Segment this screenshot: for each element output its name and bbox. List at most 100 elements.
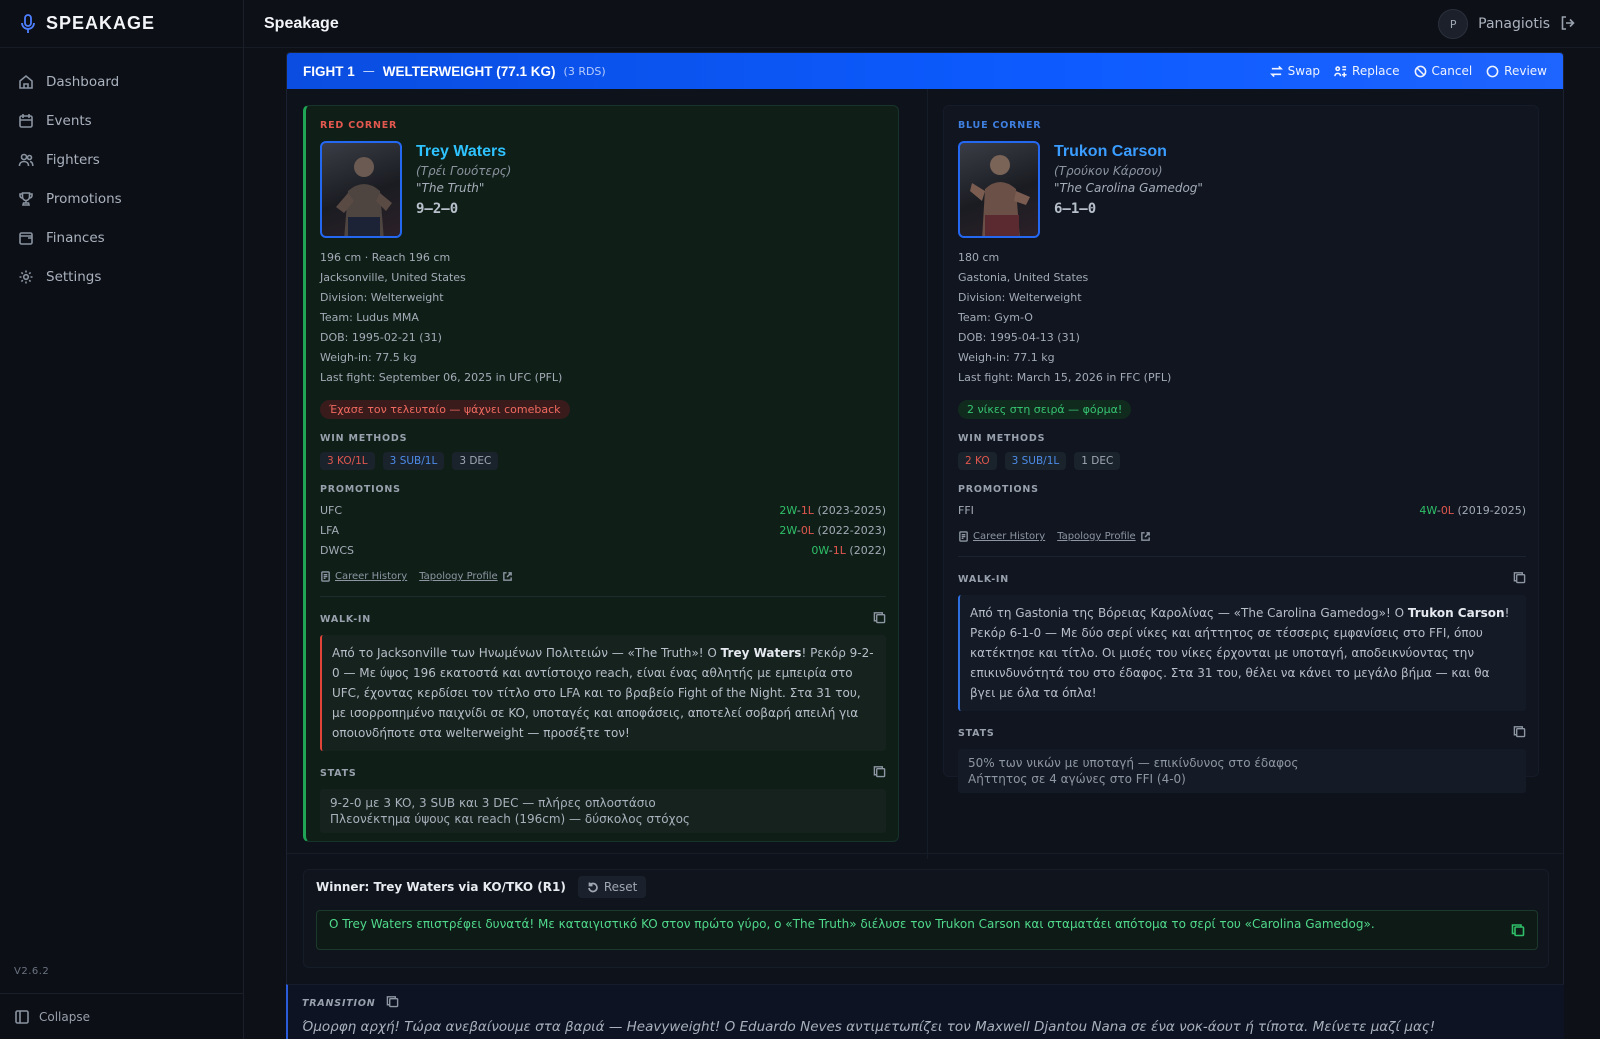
fighter-last-fight: Last fight: September 06, 2025 in UFC (P… xyxy=(320,371,563,384)
copy-icon xyxy=(873,766,886,778)
sidebar-item-events[interactable]: Events xyxy=(0,101,243,140)
logout-button[interactable] xyxy=(1560,15,1576,34)
walkin-text: Από τη Gastonia της Βόρειας Καρολίνας — … xyxy=(958,595,1526,711)
walkin-label: WALK-IN xyxy=(320,613,372,625)
win-methods-label: WIN METHODS xyxy=(320,433,408,444)
user-menu[interactable]: P Panagiotis xyxy=(1438,9,1576,39)
topbar: Speakage P Panagiotis xyxy=(244,0,1600,48)
fighter-photo[interactable] xyxy=(320,141,402,238)
result-panel: Winner: Trey Waters via KO/TKO (R1) Rese… xyxy=(303,869,1549,968)
fighter-photo[interactable] xyxy=(958,141,1040,238)
fighter-silhouette-icon xyxy=(970,155,1030,236)
result-header: Winner: Trey Waters via KO/TKO (R1) Rese… xyxy=(316,876,647,898)
fighter-team: Team: Ludus MMA xyxy=(320,311,419,324)
reset-icon xyxy=(588,882,598,893)
copy-stats-button[interactable] xyxy=(873,765,886,781)
fight-card: FIGHT 1 — WELTERWEIGHT (77.1 KG) (3 RDS)… xyxy=(286,52,1564,987)
sidebar-item-finances[interactable]: Finances xyxy=(0,218,243,257)
copy-result-button[interactable] xyxy=(1511,923,1525,940)
fighter-hometown: Gastonia, United States xyxy=(958,271,1089,284)
promotion-record: 2W-1L (2023-2025) xyxy=(779,504,886,517)
swap-icon xyxy=(1269,65,1283,77)
form-badge: Έχασε τον τελευταίο — ψάχνει comeback xyxy=(320,400,570,419)
sub-chip: 3 SUB/1L xyxy=(1004,452,1067,470)
promotion-years: (2022-2023) xyxy=(817,524,886,537)
fighter-name[interactable]: Trey Waters xyxy=(416,143,511,161)
calendar-icon xyxy=(19,113,33,128)
fight-division: WELTERWEIGHT (77.1 KG) xyxy=(382,63,556,79)
replace-label: Replace xyxy=(1352,64,1400,78)
avatar[interactable]: P xyxy=(1438,9,1469,39)
fight-rounds: (3 RDS) xyxy=(563,64,606,78)
transition-panel: TRANSITION Όμορφη αρχή! Τώρα ανεβαίνουμε… xyxy=(286,984,1564,1039)
promotion-years: (2022) xyxy=(849,544,886,557)
fighter-header: Trey Waters (Τρέι Γουότερς) "The Truth" … xyxy=(320,141,886,238)
copy-icon xyxy=(1513,726,1526,738)
sidebar-item-label: Finances xyxy=(46,229,105,246)
tapology-label[interactable]: Tapology Profile xyxy=(1057,531,1135,542)
ban-icon xyxy=(1414,65,1426,77)
result-narration-text: Ο Trey Waters επιστρέφει δυνατά! Με κατα… xyxy=(329,917,1375,931)
stats-box: 50% των νικών με υποταγή — επικίνδυνος σ… xyxy=(958,749,1526,793)
gear-icon xyxy=(19,270,33,283)
brand-name: SPEAKAGE xyxy=(46,13,156,33)
trophy-icon xyxy=(19,191,33,206)
tapology-link[interactable]: Tapology Profile xyxy=(419,571,512,582)
copy-stats-button[interactable] xyxy=(1513,725,1526,741)
corner-divider xyxy=(927,89,928,859)
swap-button[interactable]: Swap xyxy=(1269,64,1320,78)
brand[interactable]: SPEAKAGE xyxy=(0,0,243,48)
cancel-button[interactable]: Cancel xyxy=(1414,64,1472,78)
replace-button[interactable]: Replace xyxy=(1334,64,1400,78)
fighter-weigh-in: Weigh-in: 77.1 kg xyxy=(958,351,1055,364)
winner-label: Winner: Trey Waters via KO/TKO (R1) xyxy=(316,880,566,894)
page-title: Speakage xyxy=(264,14,339,32)
profile-links: Career History Tapology Profile xyxy=(320,571,886,582)
fighter-name[interactable]: Trukon Carson xyxy=(1054,143,1203,161)
fighter-header: Trukon Carson (Τρούκον Κάρσον) "The Caro… xyxy=(958,141,1526,238)
sidebar-item-dashboard[interactable]: Dashboard xyxy=(0,62,243,101)
result-divider xyxy=(287,853,1563,854)
fighter-dob: DOB: 1995-02-21 (31) xyxy=(320,331,442,344)
walkin-text-start: Από τη Gastonia της Βόρειας Καρολίνας — … xyxy=(970,606,1408,620)
tapology-label[interactable]: Tapology Profile xyxy=(419,571,497,582)
copy-walkin-button[interactable] xyxy=(873,611,886,627)
review-button[interactable]: Review xyxy=(1486,64,1547,78)
reset-button[interactable]: Reset xyxy=(577,876,647,898)
ko-chip: 3 KO/1L xyxy=(320,452,375,470)
copy-transition-button[interactable] xyxy=(386,995,399,1011)
sidebar-item-fighters[interactable]: Fighters xyxy=(0,140,243,179)
sidebar-item-settings[interactable]: Settings xyxy=(0,257,243,296)
walkin-text-end: ! Ρεκόρ 6-1-0 — Με δύο σερί νίκες και αή… xyxy=(970,606,1510,700)
copy-walkin-button[interactable] xyxy=(1513,571,1526,587)
form-badge: 2 νίκες στη σειρά — φόρμα! xyxy=(958,400,1132,419)
career-history-label[interactable]: Career History xyxy=(973,531,1045,542)
promotion-losses: 1L xyxy=(800,504,814,517)
sidebar-item-promotions[interactable]: Promotions xyxy=(0,179,243,218)
tapology-link[interactable]: Tapology Profile xyxy=(1057,531,1150,542)
promotion-row: UFC 2W-1L (2023-2025) xyxy=(320,501,886,521)
collapse-button[interactable]: Collapse xyxy=(0,993,243,1039)
fighter-team: Team: Gym-O xyxy=(958,311,1033,324)
promotions-label: PROMOTIONS xyxy=(958,484,1039,495)
blue-corner-card: BLUE CORNER Trukon Carson (Τρούκον Κάρσο… xyxy=(943,105,1539,793)
dec-chip: 3 DEC xyxy=(452,452,499,470)
fighter-info: 180 cm Gastonia, United States Division:… xyxy=(958,248,1526,388)
promotion-years: (2023-2025) xyxy=(817,504,886,517)
career-history-label[interactable]: Career History xyxy=(335,571,407,582)
promotion-record: 2W-0L (2022-2023) xyxy=(779,524,886,537)
promotion-wins: 4W xyxy=(1419,504,1437,517)
promotion-name: UFC xyxy=(320,504,343,517)
sidebar-item-label: Promotions xyxy=(46,190,122,207)
sub-chip: 3 SUB/1L xyxy=(382,452,445,470)
win-methods: 2 KO 3 SUB/1L 1 DEC xyxy=(958,452,1526,470)
collapse-label: Collapse xyxy=(39,1009,90,1024)
career-history-link[interactable]: Career History xyxy=(958,531,1045,542)
promotion-losses: 0L xyxy=(800,524,814,537)
reset-label: Reset xyxy=(603,880,638,894)
divider xyxy=(320,596,886,597)
career-history-link[interactable]: Career History xyxy=(320,571,407,582)
fighter-info: 196 cm · Reach 196 cm Jacksonville, Unit… xyxy=(320,248,886,388)
fighter-height: 180 cm xyxy=(958,251,1000,264)
fighter-height-reach: 196 cm · Reach 196 cm xyxy=(320,251,451,264)
